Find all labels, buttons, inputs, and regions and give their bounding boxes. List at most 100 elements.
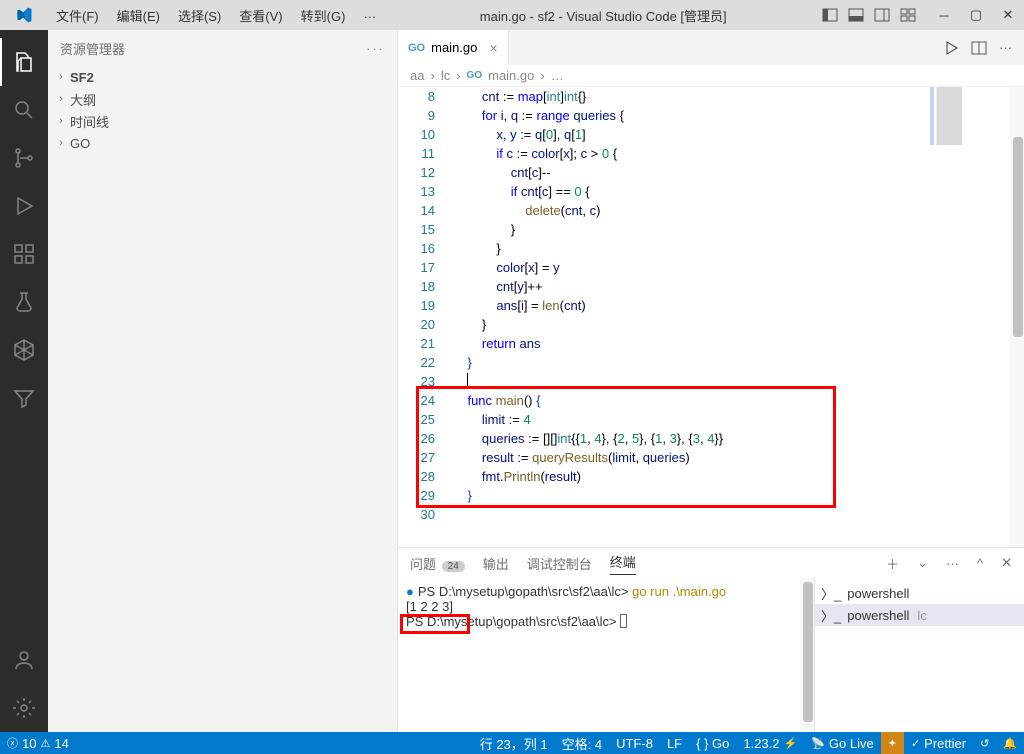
- activity-extensions-icon[interactable]: [0, 230, 48, 278]
- menu-edit[interactable]: 编辑(E): [109, 2, 168, 29]
- layout-toggle-right-icon[interactable]: [874, 7, 890, 23]
- status-bell-icon[interactable]: 🔔: [996, 732, 1024, 754]
- status-language[interactable]: { } Go: [689, 732, 736, 754]
- chevron-right-icon: ›: [54, 93, 68, 105]
- menu-file[interactable]: 文件(F): [48, 2, 107, 29]
- tab-close-icon[interactable]: ×: [489, 40, 497, 56]
- status-prettier[interactable]: ✓Prettier: [904, 732, 973, 754]
- terminal-list-item[interactable]: 〉_powershelllc: [815, 604, 1024, 626]
- activity-search-icon[interactable]: [0, 86, 48, 134]
- layout-toggle-left-icon[interactable]: [822, 7, 838, 23]
- terminal-list-item[interactable]: 〉_powershell: [815, 582, 1024, 604]
- tab-filename: main.go: [431, 40, 477, 55]
- sidebar-title: 资源管理器: [60, 39, 125, 58]
- status-errors[interactable]: ⓧ10⚠14: [0, 732, 76, 754]
- code-editor[interactable]: 8910111213141516171819202122232425262728…: [398, 87, 1024, 547]
- sidebar-header: 资源管理器 ···: [48, 30, 397, 66]
- annotation-box-main: [416, 386, 836, 508]
- terminal-icon: 〉_: [821, 606, 841, 625]
- editor-more-icon[interactable]: ···: [999, 40, 1012, 55]
- terminal-output-line: [1 2 2 3]: [406, 599, 792, 614]
- window-controls: ─ ▢ ✕: [928, 0, 1024, 30]
- panel-tab-problems[interactable]: 问题 24: [410, 554, 465, 573]
- bottom-panel: 问题 24 输出 调试控制台 终端 ＋ ⌄ ··· ^ ✕ ●PS D:\mys…: [398, 547, 1024, 732]
- scrollbar-thumb[interactable]: [1013, 137, 1023, 337]
- status-go-version[interactable]: 1.23.2 ⚡: [736, 732, 804, 754]
- status-feedback-icon[interactable]: ↺: [973, 732, 996, 754]
- panel-tab-terminal[interactable]: 终端: [610, 552, 636, 575]
- editor-group: GO main.go × ··· aa› lc› GO main.go› … 8…: [398, 30, 1024, 732]
- activity-scm-icon[interactable]: [0, 134, 48, 182]
- layout-controls: [822, 7, 916, 23]
- breadcrumb-item[interactable]: …: [551, 68, 564, 83]
- menu-bar: 文件(F) 编辑(E) 选择(S) 查看(V) 转到(G) …: [48, 2, 384, 29]
- panel-new-terminal-icon[interactable]: ＋: [886, 554, 899, 573]
- status-go-live[interactable]: 📡Go Live: [804, 732, 881, 754]
- breadcrumb-item[interactable]: lc: [441, 68, 450, 83]
- menu-go[interactable]: 转到(G): [293, 2, 354, 29]
- activity-settings-icon[interactable]: [0, 684, 48, 732]
- titlebar: 文件(F) 编辑(E) 选择(S) 查看(V) 转到(G) … main.go …: [0, 0, 1024, 30]
- menu-selection[interactable]: 选择(S): [170, 2, 229, 29]
- chevron-right-icon: ›: [54, 115, 68, 127]
- activity-testing-icon[interactable]: [0, 278, 48, 326]
- status-eol[interactable]: LF: [660, 732, 689, 754]
- vscode-logo-icon: [0, 7, 48, 23]
- layout-toggle-bottom-icon[interactable]: [848, 7, 864, 23]
- close-button[interactable]: ✕: [992, 0, 1024, 30]
- panel-more-icon[interactable]: ···: [946, 556, 959, 571]
- window-title: main.go - sf2 - Visual Studio Code [管理员]: [384, 6, 822, 25]
- sidebar-item-label: SF2: [68, 70, 94, 85]
- terminal-scrollbar[interactable]: [800, 578, 814, 732]
- status-encoding[interactable]: UTF-8: [609, 732, 660, 754]
- breadcrumb-item[interactable]: aa: [410, 68, 424, 83]
- explorer-tree: ›SF2›大纲›时间线›GO: [48, 66, 397, 154]
- chevron-right-icon: ›: [54, 71, 68, 83]
- problems-badge: 24: [442, 561, 465, 572]
- panel-tabs: 问题 24 输出 调试控制台 终端 ＋ ⌄ ··· ^ ✕: [398, 548, 1024, 578]
- annotation-box-output: [400, 614, 470, 634]
- activity-debug-icon[interactable]: [0, 182, 48, 230]
- sidebar-item[interactable]: ›GO: [48, 132, 397, 154]
- go-file-icon: GO: [408, 42, 425, 54]
- terminal-list: 〉_powershell〉_powershelllc: [814, 578, 1024, 732]
- activity-account-icon[interactable]: [0, 636, 48, 684]
- status-indent[interactable]: 空格: 4: [555, 732, 609, 754]
- breadcrumb-item[interactable]: main.go: [488, 68, 534, 83]
- activity-explorer-icon[interactable]: [0, 38, 48, 86]
- go-file-icon: GO: [467, 70, 483, 81]
- menu-more[interactable]: …: [355, 2, 384, 29]
- panel-chevron-icon[interactable]: ⌄: [917, 555, 928, 571]
- panel-maximize-icon[interactable]: ^: [977, 556, 983, 571]
- panel-tab-debug[interactable]: 调试控制台: [527, 554, 592, 573]
- panel-tab-output[interactable]: 输出: [483, 554, 509, 573]
- maximize-button[interactable]: ▢: [960, 0, 992, 30]
- activity-filter-icon[interactable]: [0, 374, 48, 422]
- breadcrumb[interactable]: aa› lc› GO main.go› …: [398, 65, 1024, 87]
- run-icon[interactable]: [943, 40, 959, 56]
- panel-close-icon[interactable]: ✕: [1001, 555, 1012, 571]
- minimap[interactable]: [930, 87, 1010, 207]
- sidebar-item[interactable]: ›时间线: [48, 110, 397, 132]
- editor-tabs: GO main.go × ···: [398, 30, 1024, 65]
- status-orange-icon[interactable]: ✦: [881, 732, 904, 754]
- sidebar-item[interactable]: ›SF2: [48, 66, 397, 88]
- terminal-output[interactable]: ●PS D:\mysetup\gopath\src\sf2\aa\lc> go …: [398, 578, 800, 732]
- status-bar: ⓧ10⚠14 行 23，列 1 空格: 4 UTF-8 LF { } Go 1.…: [0, 732, 1024, 754]
- tab-main-go[interactable]: GO main.go ×: [398, 30, 509, 65]
- menu-view[interactable]: 查看(V): [231, 2, 290, 29]
- minimize-button[interactable]: ─: [928, 0, 960, 30]
- chevron-right-icon: ›: [54, 137, 68, 149]
- editor-scrollbar[interactable]: [1010, 87, 1024, 547]
- sidebar-item-label: 时间线: [68, 112, 109, 131]
- activity-graphql-icon[interactable]: [0, 326, 48, 374]
- explorer-sidebar: 资源管理器 ··· ›SF2›大纲›时间线›GO: [48, 30, 398, 732]
- status-position[interactable]: 行 23，列 1: [473, 732, 555, 754]
- split-editor-icon[interactable]: [971, 40, 987, 56]
- sidebar-item[interactable]: ›大纲: [48, 88, 397, 110]
- layout-customize-icon[interactable]: [900, 7, 916, 23]
- sidebar-more-icon[interactable]: ···: [366, 41, 385, 56]
- activity-bar: [0, 30, 48, 732]
- sidebar-item-label: 大纲: [68, 90, 96, 109]
- scrollbar-thumb[interactable]: [803, 582, 813, 722]
